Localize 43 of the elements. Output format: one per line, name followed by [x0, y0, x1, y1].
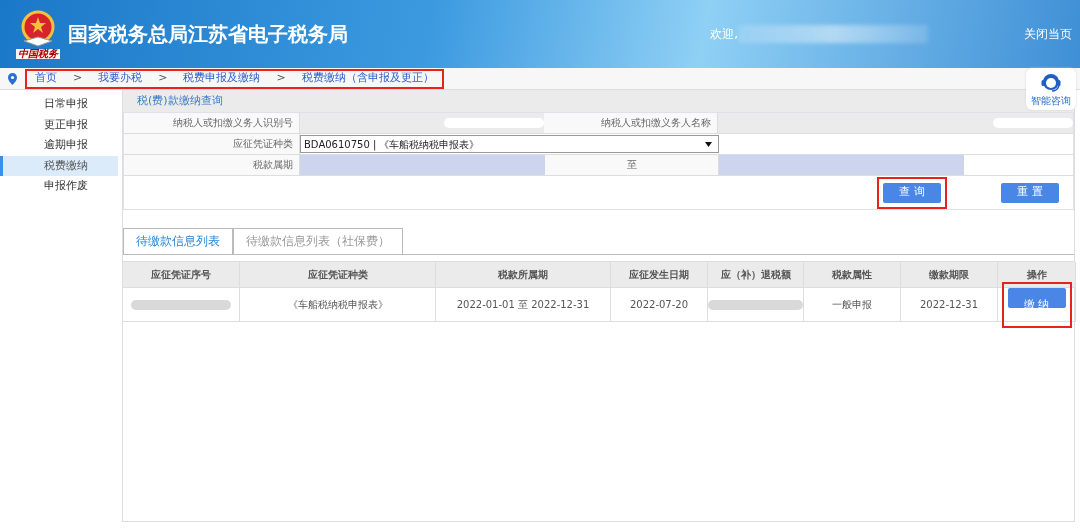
column-header: 应征发生日期: [611, 262, 708, 288]
welcome-text: 欢迎,: [710, 26, 738, 43]
breadcrumb-link[interactable]: 我要办税: [98, 70, 143, 87]
sidebar-item[interactable]: 申报作废: [0, 176, 118, 197]
sidebar-item[interactable]: 逾期申报: [0, 135, 118, 156]
column-header: 应征凭证种类: [240, 262, 436, 288]
tab[interactable]: 待缴款信息列表: [123, 228, 233, 254]
field-label: 纳税人或扣缴义务人名称: [544, 113, 718, 133]
table-cell: 2022-12-31: [901, 288, 998, 322]
location-pin-icon: [8, 72, 17, 85]
column-header: 缴款期限: [901, 262, 998, 288]
assistant-button[interactable]: 智能咨询: [1026, 68, 1076, 110]
sidebar-item[interactable]: 更正申报: [0, 114, 118, 135]
field-label: 税款属期: [124, 155, 300, 175]
table-cell: 2022-01-01 至 2022-12-31: [436, 288, 611, 322]
field-label: 纳税人或扣缴义务人识别号: [124, 113, 300, 133]
column-header: 税款属性: [804, 262, 901, 288]
breadcrumb-separator: >: [158, 70, 168, 87]
table-cell: 《车船税纳税申报表》: [240, 288, 436, 322]
breadcrumb-link[interactable]: 税费申报及缴纳: [183, 70, 261, 87]
headset-icon: [1040, 71, 1062, 93]
field-label: 应征凭证种类: [124, 134, 300, 154]
breadcrumb-separator: >: [73, 70, 83, 87]
query-panel-button[interactable]: 查 询: [883, 182, 941, 203]
column-header: 应征凭证序号: [123, 262, 240, 288]
voucher-type-dropdown[interactable]: BDA0610750 | 《车船税纳税申报表》: [300, 135, 719, 153]
breadcrumb-link[interactable]: 税费缴纳（含申报及更正）: [301, 70, 434, 87]
tab[interactable]: 待缴款信息列表（社保费）: [233, 228, 403, 254]
logo-text: 中国税务: [16, 49, 60, 59]
column-header: 税款所属期: [436, 262, 611, 288]
table-cell: 一般申报: [804, 288, 901, 322]
site-title: 国家税务总局江苏省电子税务局: [68, 21, 348, 48]
breadcrumb-link[interactable]: 首页: [35, 70, 57, 87]
close-page-link[interactable]: 关闭当页: [1024, 25, 1072, 43]
column-header: 操作: [998, 262, 1076, 288]
sidebar-item[interactable]: 日常申报: [0, 94, 118, 115]
table-cell: 2022-07-20: [611, 288, 708, 322]
dropdown-caret-icon: [705, 142, 712, 147]
query-panel-button[interactable]: 重 置: [1001, 182, 1059, 203]
column-header: 应（补）退税额: [708, 262, 804, 288]
range-separator: 至: [545, 155, 719, 175]
breadcrumb-separator: >: [276, 70, 286, 87]
sidebar-item[interactable]: 税费缴纳: [0, 155, 118, 176]
